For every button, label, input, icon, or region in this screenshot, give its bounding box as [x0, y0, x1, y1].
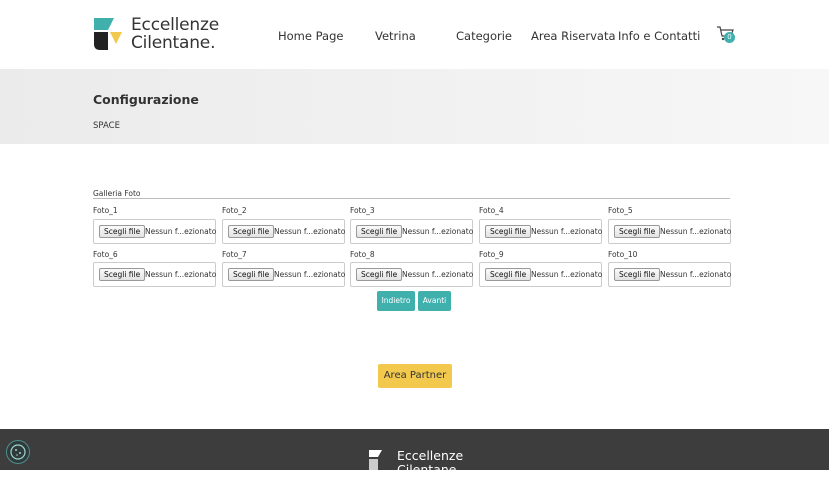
choose-file-button[interactable]: Scegli file [485, 225, 532, 238]
file-status: Nessun f...ezionato [531, 227, 603, 236]
field-label-foto-8: Foto_8 [350, 250, 375, 259]
area-partner-button[interactable]: Area Partner [378, 364, 452, 388]
logo-line-2: Cilentane. [131, 33, 216, 53]
file-input-foto-6: Scegli file Nessun f...ezionato [93, 262, 216, 287]
file-input-foto-5: Scegli file Nessun f...ezionato [608, 219, 731, 244]
page-subtitle: SPACE [93, 121, 120, 131]
logo-line-1: Eccellenze [131, 15, 219, 35]
file-status: Nessun f...ezionato [145, 270, 217, 279]
logo-text: Eccellenze Cilentane. [131, 16, 219, 52]
choose-file-button[interactable]: Scegli file [228, 268, 275, 281]
file-status: Nessun f...ezionato [660, 270, 732, 279]
field-label-foto-9: Foto_9 [479, 250, 504, 259]
footer-logo-line-2: Cilentane. [397, 462, 461, 477]
page-title: Configurazione [93, 92, 199, 107]
file-status: Nessun f...ezionato [145, 227, 217, 236]
nav-info-contatti[interactable]: Info e Contatti [618, 29, 700, 43]
file-input-foto-1: Scegli file Nessun f...ezionato [93, 219, 216, 244]
field-label-foto-3: Foto_3 [350, 206, 375, 215]
logo-mark-icon [94, 18, 122, 50]
footer-logo-mark-icon [369, 450, 382, 470]
file-status: Nessun f...ezionato [274, 270, 346, 279]
choose-file-button[interactable]: Scegli file [356, 225, 403, 238]
choose-file-button[interactable]: Scegli file [485, 268, 532, 281]
file-status: Nessun f...ezionato [531, 270, 603, 279]
nav-home-page[interactable]: Home Page [278, 29, 343, 43]
field-label-foto-4: Foto_4 [479, 206, 504, 215]
choose-file-button[interactable]: Scegli file [99, 225, 146, 238]
field-label-foto-2: Foto_2 [222, 206, 247, 215]
cart-count-badge: 0 [724, 32, 735, 43]
gallery-label: Galleria Foto [93, 189, 141, 198]
gallery-divider [93, 198, 730, 199]
field-label-foto-5: Foto_5 [608, 206, 633, 215]
cookie-settings-icon[interactable] [6, 440, 30, 464]
file-input-foto-7: Scegli file Nessun f...ezionato [222, 262, 345, 287]
field-label-foto-6: Foto_6 [93, 250, 118, 259]
file-input-foto-10: Scegli file Nessun f...ezionato [608, 262, 731, 287]
choose-file-button[interactable]: Scegli file [614, 225, 661, 238]
file-input-foto-9: Scegli file Nessun f...ezionato [479, 262, 602, 287]
file-input-foto-4: Scegli file Nessun f...ezionato [479, 219, 602, 244]
file-status: Nessun f...ezionato [402, 270, 474, 279]
nav-vetrina[interactable]: Vetrina [375, 29, 416, 43]
nav-area-riservata[interactable]: Area Riservata [531, 29, 616, 43]
choose-file-button[interactable]: Scegli file [99, 268, 146, 281]
field-label-foto-7: Foto_7 [222, 250, 247, 259]
footer-logo-text[interactable]: Eccellenze Cilentane. [397, 449, 463, 477]
site-logo[interactable]: Eccellenze Cilentane. [94, 16, 224, 54]
choose-file-button[interactable]: Scegli file [614, 268, 661, 281]
site-header: Eccellenze Cilentane. Home Page Vetrina … [0, 0, 829, 69]
field-label-foto-10: Foto_10 [608, 250, 638, 259]
file-status: Nessun f...ezionato [660, 227, 732, 236]
choose-file-button[interactable]: Scegli file [356, 268, 403, 281]
avanti-button[interactable]: Avanti [418, 291, 451, 311]
footer-logo-line-1: Eccellenze [397, 448, 464, 463]
file-input-foto-3: Scegli file Nessun f...ezionato [350, 219, 473, 244]
file-input-foto-2: Scegli file Nessun f...ezionato [222, 219, 345, 244]
file-input-foto-8: Scegli file Nessun f...ezionato [350, 262, 473, 287]
indietro-button[interactable]: Indietro [377, 291, 415, 311]
choose-file-button[interactable]: Scegli file [228, 225, 275, 238]
nav-categorie[interactable]: Categorie [456, 29, 512, 43]
cookie-icon [10, 444, 26, 460]
field-label-foto-1: Foto_1 [93, 206, 118, 215]
file-status: Nessun f...ezionato [274, 227, 346, 236]
file-status: Nessun f...ezionato [402, 227, 474, 236]
